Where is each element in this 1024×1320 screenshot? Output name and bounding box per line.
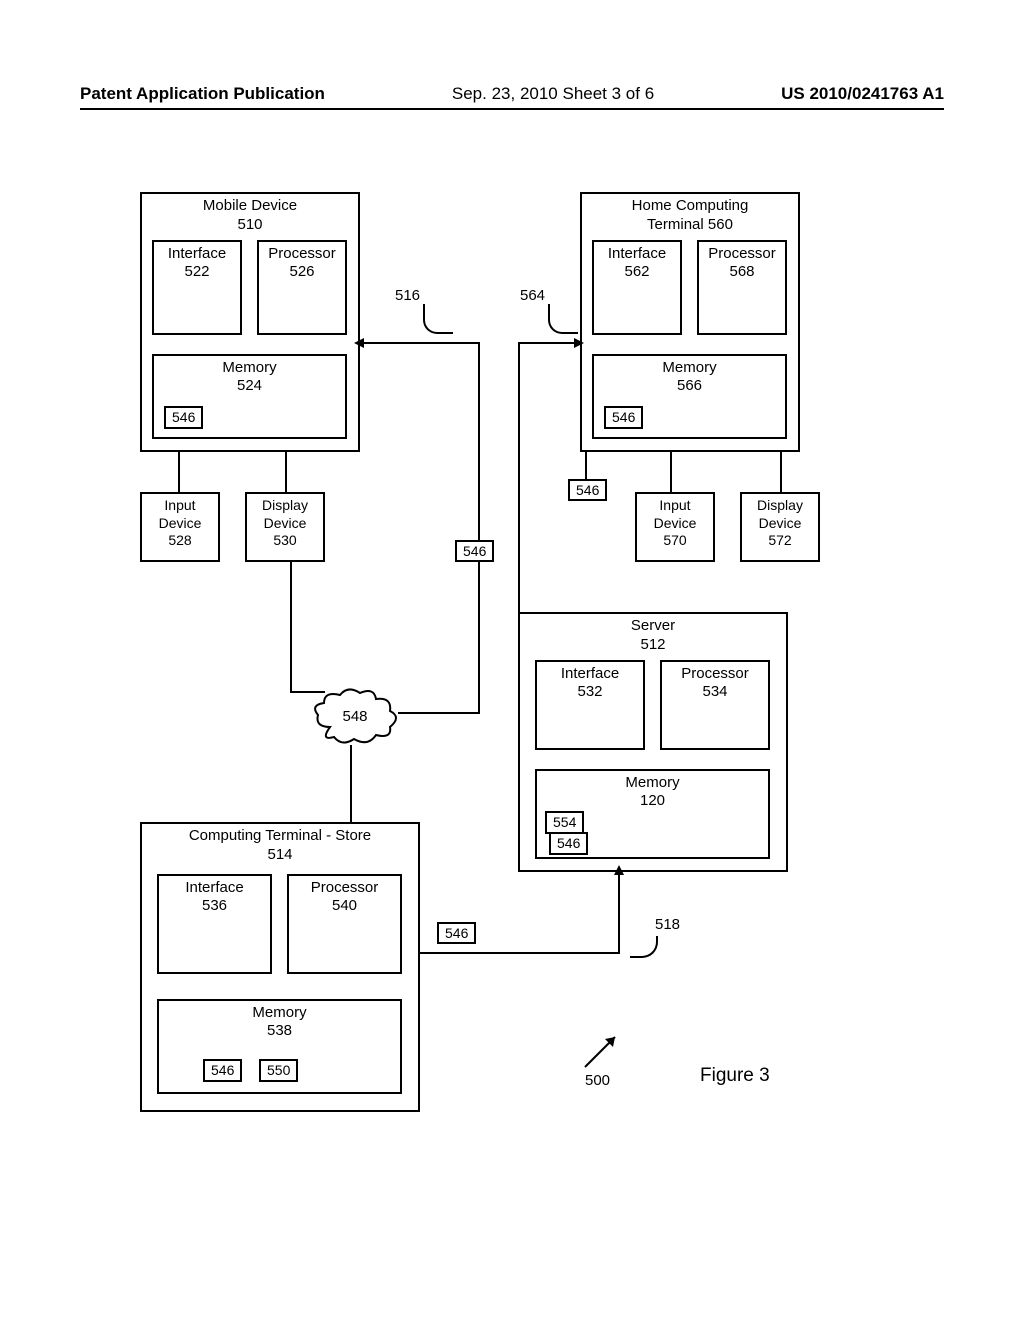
store-processor-title: Processor <box>289 879 400 897</box>
home-interface: Interface 562 <box>592 240 682 335</box>
mobile-interface-title: Interface <box>154 245 240 263</box>
server-box: Server 512 Interface 532 Processor 534 M… <box>518 612 788 872</box>
mobile-memory-title: Memory <box>154 359 345 377</box>
store-ref: 514 <box>142 846 418 865</box>
header-rule <box>80 108 944 110</box>
home-extra-tag: 546 <box>568 479 607 501</box>
server-ref: 512 <box>520 636 786 655</box>
home-processor-title: Processor <box>699 245 785 263</box>
home-memory-title: Memory <box>594 359 785 377</box>
mobile-memory: Memory 524 546 <box>152 354 347 439</box>
mobile-memory-ref: 524 <box>154 377 345 395</box>
store-interface-title: Interface <box>159 879 270 897</box>
mobile-input-ref: 528 <box>142 532 218 550</box>
server-processor-ref: 534 <box>662 683 768 701</box>
store-title: Computing Terminal - Store <box>142 827 418 846</box>
page-header-left: Patent Application Publication <box>80 84 325 104</box>
store-box: Computing Terminal - Store 514 Interface… <box>140 822 420 1112</box>
mobile-display-ref: 530 <box>247 532 323 550</box>
home-memory-tag: 546 <box>604 406 643 429</box>
mobile-ref: 510 <box>142 216 358 235</box>
home-interface-title: Interface <box>594 245 680 263</box>
mid-tag-546: 546 <box>455 540 494 562</box>
line-518-label: 518 <box>655 916 680 933</box>
home-title2: Terminal 560 <box>582 216 798 235</box>
store-memory-title: Memory <box>159 1004 400 1022</box>
store-memory: Memory 538 546 550 <box>157 999 402 1094</box>
home-processor-ref: 568 <box>699 263 785 281</box>
line-518-tag-546: 546 <box>437 922 476 944</box>
server-memory-title: Memory <box>537 774 768 792</box>
mobile-processor-ref: 526 <box>259 263 345 281</box>
diagram-canvas: Mobile Device 510 Interface 522 Processo… <box>140 192 880 1142</box>
mobile-title: Mobile Device <box>142 197 358 216</box>
server-interface: Interface 532 <box>535 660 645 750</box>
server-processor: Processor 534 <box>660 660 770 750</box>
server-title: Server <box>520 617 786 636</box>
mobile-memory-tag: 546 <box>164 406 203 429</box>
figure-label: Figure 3 <box>700 1065 770 1087</box>
mobile-input-device: Input Device 528 <box>140 492 220 562</box>
server-memory: Memory 120 554 546 <box>535 769 770 859</box>
store-memory-tag1: 546 <box>203 1059 242 1082</box>
store-memory-ref: 538 <box>159 1022 400 1040</box>
server-memory-tag-outer: 554 <box>545 811 584 834</box>
mobile-display-device: Display Device 530 <box>245 492 325 562</box>
mobile-input-title: Input Device <box>142 497 218 532</box>
mobile-device-box: Mobile Device 510 Interface 522 Processo… <box>140 192 360 452</box>
store-processor-ref: 540 <box>289 897 400 915</box>
store-memory-tag2: 550 <box>259 1059 298 1082</box>
cloud-548: 548 <box>310 687 400 747</box>
home-memory-ref: 566 <box>594 377 785 395</box>
store-interface: Interface 536 <box>157 874 272 974</box>
mobile-processor: Processor 526 <box>257 240 347 335</box>
cloud-label: 548 <box>342 708 367 725</box>
server-processor-title: Processor <box>662 665 768 683</box>
home-title: Home Computing <box>582 197 798 216</box>
page-header-center: Sep. 23, 2010 Sheet 3 of 6 <box>452 84 654 104</box>
home-interface-ref: 562 <box>594 263 680 281</box>
page-header-right: US 2010/0241763 A1 <box>781 84 944 104</box>
home-input-ref: 570 <box>637 532 713 550</box>
home-display-title: Display Device <box>742 497 818 532</box>
home-input-title: Input Device <box>637 497 713 532</box>
mobile-interface-ref: 522 <box>154 263 240 281</box>
server-memory-ref: 120 <box>537 792 768 810</box>
home-display-device: Display Device 572 <box>740 492 820 562</box>
mobile-processor-title: Processor <box>259 245 345 263</box>
mobile-display-title: Display Device <box>247 497 323 532</box>
server-memory-tag-inner: 546 <box>549 832 588 855</box>
home-input-device: Input Device 570 <box>635 492 715 562</box>
home-processor: Processor 568 <box>697 240 787 335</box>
server-interface-ref: 532 <box>537 683 643 701</box>
home-terminal-box: Home Computing Terminal 560 Interface 56… <box>580 192 800 452</box>
store-processor: Processor 540 <box>287 874 402 974</box>
line-516-label: 516 <box>395 287 420 304</box>
ref-500: 500 <box>585 1072 610 1089</box>
store-interface-ref: 536 <box>159 897 270 915</box>
home-display-ref: 572 <box>742 532 818 550</box>
server-interface-title: Interface <box>537 665 643 683</box>
line-564-label: 564 <box>520 287 545 304</box>
mobile-interface: Interface 522 <box>152 240 242 335</box>
home-memory: Memory 566 546 <box>592 354 787 439</box>
